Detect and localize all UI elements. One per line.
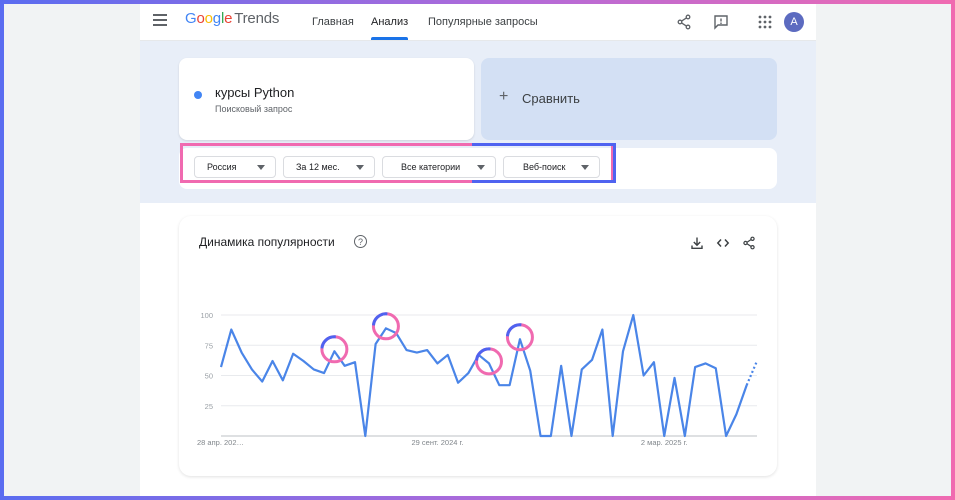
logo-letter: G — [185, 10, 197, 27]
term-color-dot — [194, 91, 202, 99]
compare-button[interactable]: + Сравнить — [481, 58, 777, 140]
period-filter-value: За 12 мес. — [296, 162, 340, 172]
explore-band: курсы Python Поисковый запрос + Сравнить — [140, 41, 816, 203]
plus-icon: + — [499, 88, 509, 105]
dropdown-arrow-icon — [477, 165, 485, 170]
apps-grid-icon[interactable] — [757, 14, 773, 30]
period-filter[interactable]: За 12 мес. — [283, 156, 375, 178]
nav-analyze-label: Анализ — [371, 16, 409, 28]
y-tick-label: 50 — [205, 372, 213, 381]
search-term[interactable]: курсы Python — [215, 85, 294, 100]
region-filter-value: Россия — [207, 162, 237, 172]
compare-label: Сравнить — [522, 91, 580, 106]
x-tick-label: 28 апр. 202… — [197, 438, 244, 447]
active-tab-indicator — [371, 37, 409, 40]
source-filter[interactable]: Веб-поиск — [503, 156, 600, 178]
screen: Google Trends Главная Анализ Популярные з… — [4, 4, 951, 496]
logo-letter: o — [196, 10, 205, 27]
trend-chart: 100 75 50 25 28 апр. 202… 29 сент. 2024 г. 2 м… — [197, 311, 759, 447]
top-bar: Google Trends Главная Анализ Популярные з… — [140, 4, 816, 41]
search-term-card[interactable]: курсы Python Поисковый запрос — [179, 58, 474, 140]
y-tick-label: 100 — [200, 311, 213, 320]
y-tick-label: 75 — [205, 341, 213, 350]
dropdown-arrow-icon — [356, 165, 364, 170]
logo-letter: g — [212, 10, 221, 27]
region-filter[interactable]: Россия — [194, 156, 276, 178]
category-filter-value: Все категории — [401, 162, 461, 172]
feedback-icon[interactable] — [713, 14, 729, 30]
dropdown-arrow-icon — [581, 165, 589, 170]
dropdown-arrow-icon — [257, 165, 265, 170]
x-tick-label: 29 сент. 2024 г. — [411, 438, 463, 447]
nav-home[interactable]: Главная — [312, 4, 354, 40]
logo-letter: o — [204, 10, 213, 27]
avatar[interactable]: A — [784, 12, 804, 32]
category-filter[interactable]: Все категории — [382, 156, 496, 178]
nav-analyze[interactable]: Анализ — [371, 4, 409, 40]
source-filter-value: Веб-поиск — [523, 162, 566, 172]
interest-over-time-card: Динамика популярности ? 100 75 50 25 28 апр.… — [179, 216, 777, 476]
search-term-type: Поисковый запрос — [215, 104, 293, 114]
x-tick-label: 2 мар. 2025 г. — [641, 438, 688, 447]
google-trends-logo[interactable]: Google Trends — [185, 10, 279, 27]
menu-icon[interactable] — [153, 14, 167, 26]
logo-trends: Trends — [234, 10, 280, 27]
y-tick-label: 25 — [205, 402, 213, 411]
share-icon[interactable] — [676, 14, 692, 30]
nav-popular-searches[interactable]: Популярные запросы — [428, 4, 538, 40]
logo-letter: e — [224, 10, 233, 27]
series-line-projected — [745, 360, 759, 386]
